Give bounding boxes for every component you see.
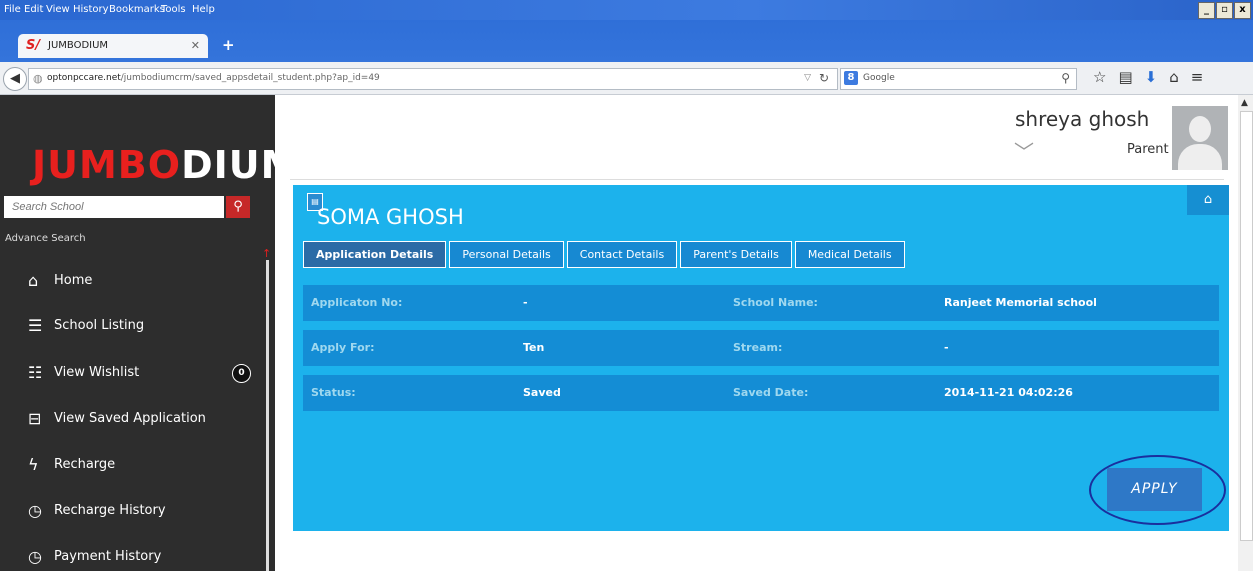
field-label: Status:	[311, 386, 356, 399]
sidebar-item-label: Recharge History	[54, 503, 166, 518]
application-panel: ▤ SOMA GHOSH ⌂ Application Details Perso…	[293, 185, 1229, 531]
reload-icon[interactable]: ↻	[819, 71, 829, 85]
navigation-bar: ◀ ◍ optonpccare.net/jumbodiumcrm/saved_a…	[0, 62, 1253, 95]
apply-button[interactable]: APPLY	[1107, 468, 1202, 511]
maximize-button[interactable]: ▫	[1216, 2, 1233, 19]
menu-edit[interactable]: Edit	[24, 4, 43, 15]
field-value: -	[523, 296, 528, 309]
scrollbar-thumb[interactable]	[1240, 111, 1253, 541]
sidebar-item-label: View Wishlist	[54, 365, 140, 380]
wishlist-count-badge: 0	[232, 364, 251, 383]
field-label: Saved Date:	[733, 386, 809, 399]
sidebar-item-label: View Saved Application	[54, 411, 206, 426]
wishlist-icon: ☷	[28, 363, 43, 382]
header-divider	[290, 179, 1224, 180]
search-icon[interactable]: ⚲	[1061, 71, 1070, 85]
student-name: SOMA GHOSH	[317, 205, 464, 229]
reading-list-icon[interactable]: ▤	[1118, 68, 1132, 86]
sidebar-item-label: Recharge	[54, 457, 116, 472]
url-bar[interactable]: ◍ optonpccare.net/jumbodiumcrm/saved_app…	[28, 68, 838, 90]
chevron-down-icon[interactable]: ﹀	[1014, 136, 1034, 165]
bookmark-star-icon[interactable]: ☆	[1093, 68, 1106, 86]
tab-title: JUMBODIUM	[48, 40, 109, 51]
sidebar-item-label: Payment History	[54, 549, 162, 564]
advance-search-link[interactable]: Advance Search	[5, 233, 86, 244]
url-text: optonpccare.net/jumbodiumcrm/saved_appsd…	[47, 73, 380, 83]
detail-tabs: Application Details Personal Details Con…	[303, 241, 905, 268]
menu-bookmarks[interactable]: Bookmarks	[109, 4, 165, 15]
sidebar-item-label: School Listing	[54, 318, 145, 333]
new-tab-icon[interactable]: +	[222, 36, 235, 54]
sidebar: JUMBODIUM ⚲ Advance Search ↑ ⌂ Home ☰ Sc…	[0, 95, 298, 571]
field-value: Saved	[523, 386, 561, 399]
field-label: School Name:	[733, 296, 818, 309]
field-value: Ranjeet Memorial school	[944, 296, 1097, 309]
detail-row: Apply For: Ten Stream: -	[303, 330, 1219, 366]
tag-icon[interactable]: ⌂	[1187, 185, 1229, 215]
bolt-icon: ϟ	[28, 455, 39, 474]
user-role: Parent	[1127, 142, 1169, 157]
close-window-button[interactable]: x	[1234, 2, 1251, 19]
field-label: Apply For:	[311, 341, 375, 354]
minimize-button[interactable]: _	[1198, 2, 1215, 19]
home-icon: ⌂	[28, 271, 39, 290]
close-tab-icon[interactable]: ✕	[191, 39, 200, 52]
jumbodium-logo[interactable]: JUMBODIUM	[32, 143, 299, 187]
google-icon[interactable]: 8	[844, 71, 858, 85]
sidebar-scrollbar[interactable]	[266, 260, 269, 571]
menu-history[interactable]: History	[73, 4, 109, 15]
home-icon[interactable]: ⌂	[1169, 68, 1179, 86]
avatar-body-shape	[1178, 144, 1222, 170]
search-school-input[interactable]	[4, 196, 224, 218]
field-value: Ten	[523, 341, 545, 354]
page-scrollbar[interactable]: ▲	[1238, 95, 1253, 571]
menu-file[interactable]: File	[4, 4, 21, 15]
field-label: Applicaton No:	[311, 296, 403, 309]
user-name[interactable]: shreya ghosh	[1015, 107, 1149, 131]
tab-parents-details[interactable]: Parent's Details	[680, 241, 792, 268]
avatar[interactable]	[1172, 106, 1228, 170]
detail-row: Status: Saved Saved Date: 2014-11-21 04:…	[303, 375, 1219, 411]
clock-icon: ◷	[28, 501, 42, 520]
globe-icon: ◍	[33, 72, 43, 85]
toolbar-icons: ☆ ▤ ⬇ ⌂ ≡	[1093, 68, 1203, 86]
browser-tab[interactable]: S/ JUMBODIUM ✕	[18, 34, 208, 58]
list-icon: ☰	[28, 316, 43, 335]
tab-medical-details[interactable]: Medical Details	[794, 241, 905, 268]
search-engine-label: Google	[863, 73, 895, 83]
tab-application-details[interactable]: Application Details	[303, 241, 447, 268]
tab-contact-details[interactable]: Contact Details	[566, 241, 678, 268]
browser-menu-bar: File Edit View History Bookmarks Tools H…	[0, 0, 1253, 20]
field-value: -	[944, 341, 949, 354]
sidebar-item-label: Home	[54, 273, 93, 288]
menu-view[interactable]: View	[46, 4, 70, 15]
dropdown-arrow-icon[interactable]: ▽	[804, 73, 811, 83]
menu-help[interactable]: Help	[192, 4, 215, 15]
menu-icon[interactable]: ≡	[1191, 68, 1204, 86]
favicon-icon: S/	[26, 38, 41, 53]
clock-icon: ◷	[28, 547, 42, 566]
field-value: 2014-11-21 04:02:26	[944, 386, 1073, 399]
tab-personal-details[interactable]: Personal Details	[449, 241, 564, 268]
download-icon[interactable]: ⬇	[1145, 68, 1158, 86]
field-label: Stream:	[733, 341, 783, 354]
web-search-box[interactable]: 8 Google ⚲	[840, 68, 1077, 90]
drive-icon: ⊟	[28, 409, 42, 428]
detail-row: Applicaton No: - School Name: Ranjeet Me…	[303, 285, 1219, 321]
back-button[interactable]: ◀	[3, 67, 27, 91]
scroll-up-arrow-icon[interactable]: ↑	[262, 247, 271, 260]
scroll-up-icon[interactable]: ▲	[1241, 98, 1248, 108]
search-button[interactable]: ⚲	[226, 196, 250, 218]
menu-tools[interactable]: Tools	[161, 4, 186, 15]
tab-strip: S/ JUMBODIUM ✕ +	[0, 20, 1253, 62]
avatar-head-shape	[1189, 116, 1211, 142]
